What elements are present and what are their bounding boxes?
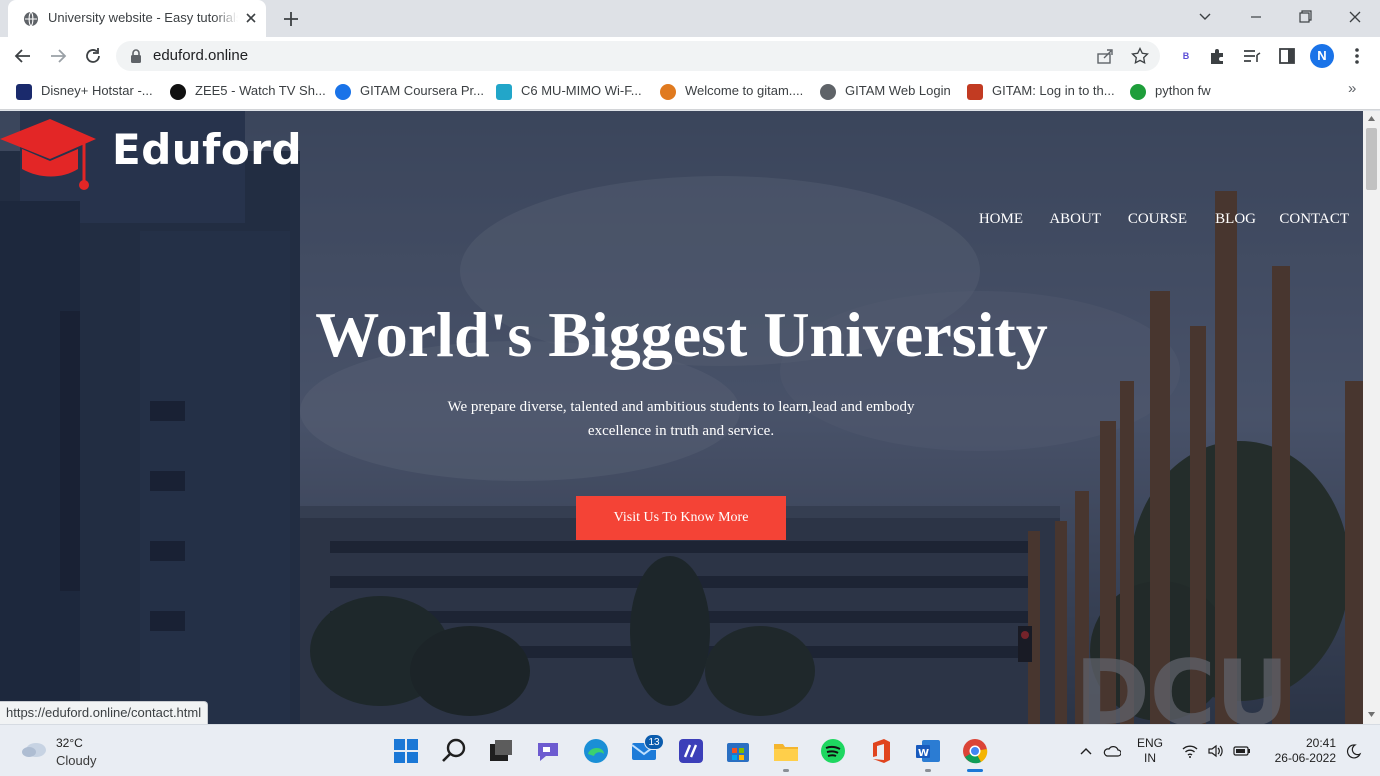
scroll-thumb[interactable] <box>1366 128 1377 190</box>
focus-moon-icon[interactable] <box>1344 743 1362 759</box>
zee5-icon <box>170 84 186 100</box>
gitam-logo-icon <box>967 84 983 100</box>
reading-list-icon[interactable] <box>1242 46 1262 66</box>
page-viewport: DCU Eduford HOME ABOUT COURSE BLOG CONTA… <box>0 111 1363 724</box>
back-icon[interactable] <box>12 45 34 67</box>
forward-icon[interactable] <box>47 45 69 67</box>
windows-start-icon[interactable] <box>392 737 420 765</box>
svg-text:W: W <box>918 748 929 759</box>
coursera-icon <box>335 84 351 100</box>
tab-strip: University website - Easy tutorials <box>0 0 1380 37</box>
address-bar[interactable]: eduford.online <box>116 41 1160 71</box>
extension-b-icon[interactable]: B <box>1176 46 1196 66</box>
office-icon[interactable] <box>867 737 895 765</box>
globe-icon <box>24 11 38 27</box>
system-clock[interactable]: 20:41 26-06-2022 <box>1262 736 1336 766</box>
edge-browser-icon[interactable] <box>582 737 610 765</box>
graduation-cap-icon <box>0 119 96 190</box>
page-scrollbar[interactable] <box>1363 111 1380 724</box>
tab-search-chevron-icon[interactable] <box>1190 4 1220 30</box>
bookmarks-bar: Disney+ Hotstar -... ZEE5 - Watch TV Sh.… <box>0 75 1380 110</box>
search-icon[interactable] <box>440 737 468 765</box>
word-icon[interactable]: W <box>914 737 942 765</box>
wifi-icon[interactable] <box>1181 743 1199 759</box>
file-explorer-icon[interactable] <box>772 737 800 765</box>
onedrive-cloud-icon[interactable] <box>1103 743 1121 759</box>
hotstar-icon <box>16 84 32 100</box>
profile-avatar[interactable]: N <box>1310 44 1334 68</box>
microsoft-store-icon[interactable] <box>724 737 752 765</box>
link-status-bubble: https://eduford.online/contact.html <box>0 701 209 724</box>
teams-chat-icon[interactable] <box>534 737 562 765</box>
restore-icon[interactable] <box>1290 4 1320 30</box>
task-view-icon[interactable] <box>487 737 515 765</box>
lock-icon[interactable] <box>130 49 142 63</box>
vs-code-like-app-icon[interactable] <box>677 737 705 765</box>
close-window-icon[interactable] <box>1340 4 1370 30</box>
weather-condition[interactable]: Cloudy <box>56 753 96 768</box>
globe-icon <box>820 84 836 100</box>
cloudy-weather-icon[interactable] <box>20 737 48 759</box>
hero-subtitle: We prepare diverse, talented and ambitio… <box>447 399 915 439</box>
extensions-puzzle-icon[interactable] <box>1208 46 1228 66</box>
visit-us-button[interactable]: Visit Us To Know More <box>576 496 786 540</box>
browser-tab[interactable]: University website - Easy tutorials <box>8 0 266 37</box>
nav-blog[interactable]: BLOG <box>1215 211 1256 228</box>
running-indicator <box>925 769 931 772</box>
minimize-icon[interactable] <box>1241 4 1271 30</box>
tab-title: University website - Easy tutorials <box>48 10 238 28</box>
scroll-up-arrow-icon[interactable] <box>1367 114 1376 123</box>
nav-home[interactable]: HOME <box>979 211 1023 228</box>
nav-course[interactable]: COURSE <box>1128 211 1187 228</box>
reload-icon[interactable] <box>82 45 104 67</box>
close-tab-icon[interactable] <box>243 10 259 26</box>
mail-unread-badge: 13 <box>644 734 664 750</box>
scroll-down-arrow-icon[interactable] <box>1367 710 1376 719</box>
gitam-sun-icon <box>660 84 676 100</box>
nav-contact[interactable]: CONTACT <box>1279 211 1349 228</box>
input-language[interactable]: ENG IN <box>1137 736 1163 766</box>
chevron-up-icon[interactable] <box>1077 743 1095 759</box>
menu-kebab-icon[interactable] <box>1347 46 1367 66</box>
brand-name: Eduford <box>112 125 303 174</box>
active-indicator <box>967 769 983 772</box>
battery-icon[interactable] <box>1233 743 1251 759</box>
router-icon <box>496 84 512 100</box>
bookmark-star-icon[interactable] <box>1131 47 1149 65</box>
weather-temperature[interactable]: 32°C <box>56 736 83 750</box>
more-bookmarks-icon[interactable]: » <box>1348 80 1356 97</box>
spiral-icon <box>1130 84 1146 100</box>
chrome-icon[interactable] <box>961 737 989 765</box>
browser-toolbar: eduford.online B N <box>0 37 1380 75</box>
volume-icon[interactable] <box>1207 743 1225 759</box>
new-tab-icon[interactable] <box>280 8 302 30</box>
windows-taskbar: 32°C Cloudy 13 W ENG IN 20:41 26-06-2022 <box>0 724 1380 776</box>
share-icon[interactable] <box>1096 47 1114 65</box>
side-panel-icon[interactable] <box>1277 46 1297 66</box>
nav-about[interactable]: ABOUT <box>1049 211 1101 228</box>
spotify-icon[interactable] <box>819 737 847 765</box>
hero-title: World's Biggest University <box>315 299 1048 370</box>
url-text[interactable]: eduford.online <box>153 47 248 64</box>
running-indicator <box>783 769 789 772</box>
brand-logo[interactable]: Eduford <box>0 117 303 197</box>
